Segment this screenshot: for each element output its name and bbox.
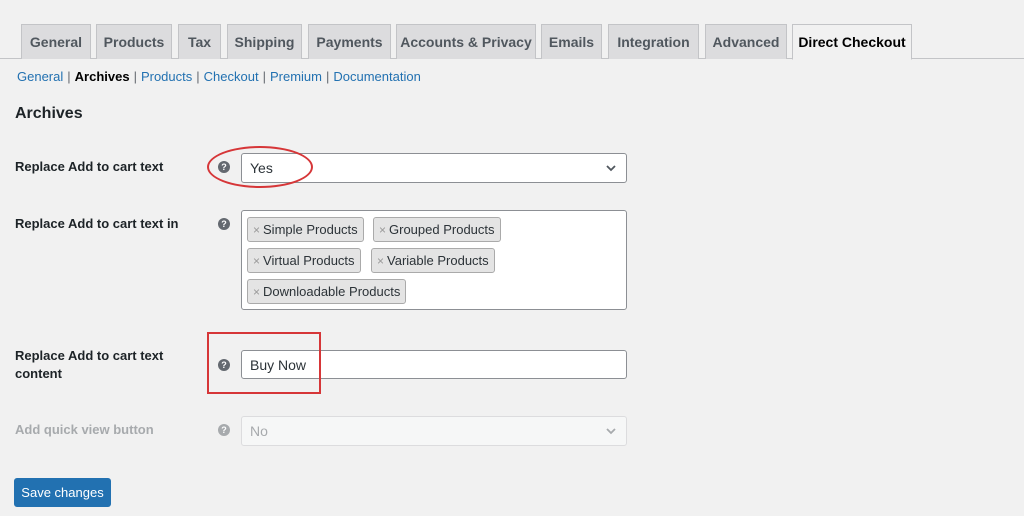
replace-text-content-label: Replace Add to cart text content — [15, 347, 195, 383]
tab-label: Shipping — [234, 34, 295, 50]
label-line: content — [15, 366, 62, 381]
subnav-archives: Archives — [74, 69, 130, 84]
subnav-documentation[interactable]: Documentation — [333, 69, 420, 84]
tab-products[interactable]: Products — [96, 24, 172, 59]
quick-view-label: Add quick view button — [15, 422, 154, 437]
tab-integration[interactable]: Integration — [608, 24, 699, 59]
settings-tabs: General Products Tax Shipping Payments A… — [0, 0, 1024, 60]
label-line: Replace Add to cart text — [15, 348, 164, 363]
save-changes-button[interactable]: Save changes — [14, 478, 111, 507]
chip-label: Virtual Products — [263, 253, 355, 268]
chevron-down-icon — [606, 428, 616, 435]
replace-text-label: Replace Add to cart text — [15, 159, 164, 174]
replace-text-value: Yes — [250, 160, 273, 176]
subnav-separator: | — [262, 69, 266, 84]
subnav-checkout[interactable]: Checkout — [204, 69, 259, 84]
close-icon[interactable]: × — [377, 254, 384, 268]
subnav-premium[interactable]: Premium — [270, 69, 322, 84]
subnav-general[interactable]: General — [17, 69, 63, 84]
tab-shipping[interactable]: Shipping — [227, 24, 302, 59]
tab-label: Payments — [316, 34, 383, 50]
product-types-multiselect[interactable]: × Simple Products × Grouped Products × Virt… — [241, 210, 627, 310]
input-value: Buy Now — [250, 356, 307, 373]
replace-text-content-input[interactable]: Buy Now — [241, 350, 627, 379]
chip-variable-products: × Variable Products — [371, 248, 495, 273]
tab-label: Emails — [548, 34, 595, 50]
question-circle-icon[interactable]: ? — [218, 218, 230, 230]
close-icon[interactable]: × — [253, 254, 260, 268]
tab-emails[interactable]: Emails — [541, 24, 602, 59]
close-icon[interactable]: × — [253, 223, 260, 237]
chip-virtual-products: × Virtual Products — [247, 248, 361, 273]
chip-label: Simple Products — [263, 222, 358, 237]
replace-text-select[interactable]: Yes — [241, 153, 627, 183]
chip-simple-products: × Simple Products — [247, 217, 364, 242]
tab-label: Accounts & Privacy — [400, 34, 532, 50]
quick-view-value: No — [250, 423, 268, 439]
chevron-down-icon — [606, 165, 616, 172]
question-circle-icon: ? — [218, 424, 230, 436]
tab-general[interactable]: General — [21, 24, 91, 59]
tab-label: Advanced — [712, 34, 780, 50]
tab-accounts-privacy[interactable]: Accounts & Privacy — [396, 24, 536, 59]
tab-label: General — [29, 34, 83, 50]
section-title: Archives — [15, 105, 83, 122]
tab-tax[interactable]: Tax — [178, 24, 221, 59]
question-circle-icon[interactable]: ? — [218, 359, 230, 371]
tab-direct-checkout[interactable]: Direct Checkout — [792, 24, 912, 60]
tab-label: Tax — [187, 34, 212, 50]
chip-downloadable-products: × Downloadable Products — [247, 279, 407, 304]
chip-label: Downloadable Products — [263, 284, 401, 299]
subnav-separator: | — [133, 69, 137, 84]
subnav-separator: | — [196, 69, 200, 84]
replace-text-in-label: Replace Add to cart text in — [15, 216, 179, 231]
chip-label: Variable Products — [387, 253, 489, 268]
tab-advanced[interactable]: Advanced — [705, 24, 787, 59]
chip-label: Grouped Products — [389, 222, 495, 237]
chip-grouped-products: × Grouped Products — [373, 217, 501, 242]
section-subnav: General | Archives | Products | Checkout | Premi… — [17, 69, 421, 84]
tab-label: Integration — [617, 34, 690, 50]
close-icon[interactable]: × — [379, 223, 386, 237]
subnav-products[interactable]: Products — [141, 69, 192, 84]
question-circle-icon[interactable]: ? — [218, 161, 230, 173]
close-icon[interactable]: × — [253, 285, 260, 299]
tab-payments[interactable]: Payments — [308, 24, 391, 59]
subnav-separator: | — [67, 69, 71, 84]
tab-label: Products — [103, 34, 165, 50]
quick-view-select: No — [241, 416, 627, 446]
tab-label: Direct Checkout — [798, 34, 906, 50]
subnav-separator: | — [325, 69, 330, 84]
